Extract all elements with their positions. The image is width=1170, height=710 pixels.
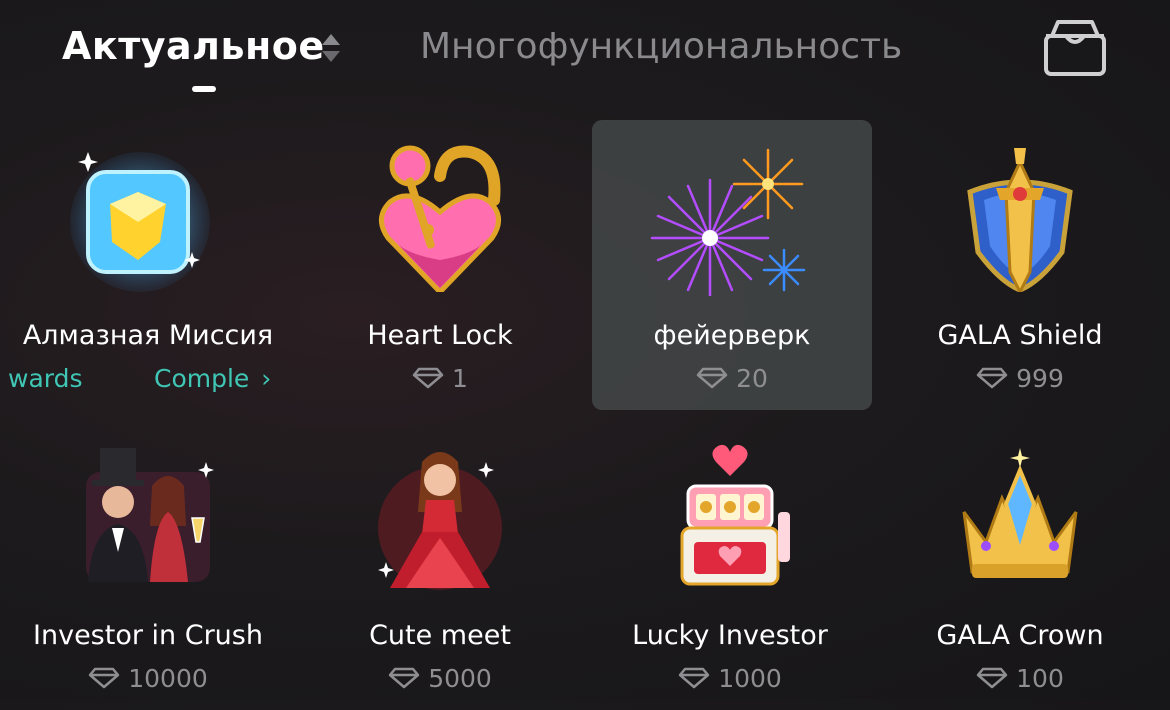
investor-couple-icon <box>86 448 214 582</box>
gift-price-value: 999 <box>1016 364 1064 393</box>
diamond-icon <box>88 667 120 689</box>
gift-name: GALA Crown <box>936 620 1104 651</box>
diamond-icon <box>388 667 420 689</box>
gift-price-value: 10000 <box>128 664 208 693</box>
gift-price: 1 <box>300 364 580 393</box>
gift-price: 5000 <box>300 664 580 693</box>
gift-price-value: 5000 <box>428 664 492 693</box>
gift-card[interactable]: Алмазная Миссия wards Comple › <box>0 120 280 410</box>
gift-price: 10000 <box>8 664 288 693</box>
diamond-icon <box>696 367 728 389</box>
chevron-right-icon: › <box>261 364 272 393</box>
mission-complete-label: Comple <box>154 364 250 393</box>
gift-name: Cute meet <box>369 620 511 651</box>
girl-red-dress-icon <box>378 452 502 590</box>
gift-name: Алмазная Миссия <box>22 320 274 351</box>
mission-rewards-text: wards <box>8 364 83 393</box>
gift-card[interactable]: GALA Shield 999 <box>880 120 1160 410</box>
gift-card[interactable]: Investor in Crush 10000 <box>8 420 288 710</box>
fireworks-icon <box>650 148 806 296</box>
gift-name: Heart Lock <box>367 320 513 351</box>
shield-sword-icon <box>967 148 1073 292</box>
gift-card[interactable]: Cute meet 5000 <box>300 420 580 710</box>
gift-price-value: 1 <box>452 364 468 393</box>
gift-grid: Алмазная Миссия wards Comple › Heart Loc… <box>0 0 1170 699</box>
gift-price: 999 <box>880 364 1160 393</box>
gift-price-value: 1000 <box>718 664 782 693</box>
gift-price: 20 <box>592 364 872 393</box>
gift-price-value: 20 <box>736 364 768 393</box>
diamond-cube-icon <box>70 152 210 292</box>
gift-card-selected[interactable]: фейерверк 20 <box>592 120 872 410</box>
mission-status-row: wards Comple › <box>0 364 300 400</box>
mission-complete-link[interactable]: Comple › <box>154 364 271 393</box>
slot-machine-icon <box>680 444 790 586</box>
gift-card[interactable]: Heart Lock 1 <box>300 120 580 410</box>
gift-price: 1000 <box>590 664 870 693</box>
gift-name: Lucky Investor <box>632 620 828 651</box>
crown-icon <box>962 448 1078 578</box>
diamond-icon <box>412 367 444 389</box>
diamond-icon <box>678 667 710 689</box>
gift-name: Investor in Crush <box>33 620 263 651</box>
gift-card[interactable]: GALA Crown 100 <box>880 420 1160 710</box>
gift-price: 100 <box>880 664 1160 693</box>
gift-name: фейерверк <box>653 320 811 351</box>
heart-lock-icon <box>379 145 501 292</box>
diamond-icon <box>976 367 1008 389</box>
gift-name: GALA Shield <box>937 320 1103 351</box>
gift-card[interactable]: Lucky Investor 1000 <box>590 420 870 710</box>
diamond-icon <box>976 667 1008 689</box>
gift-price-value: 100 <box>1016 664 1064 693</box>
